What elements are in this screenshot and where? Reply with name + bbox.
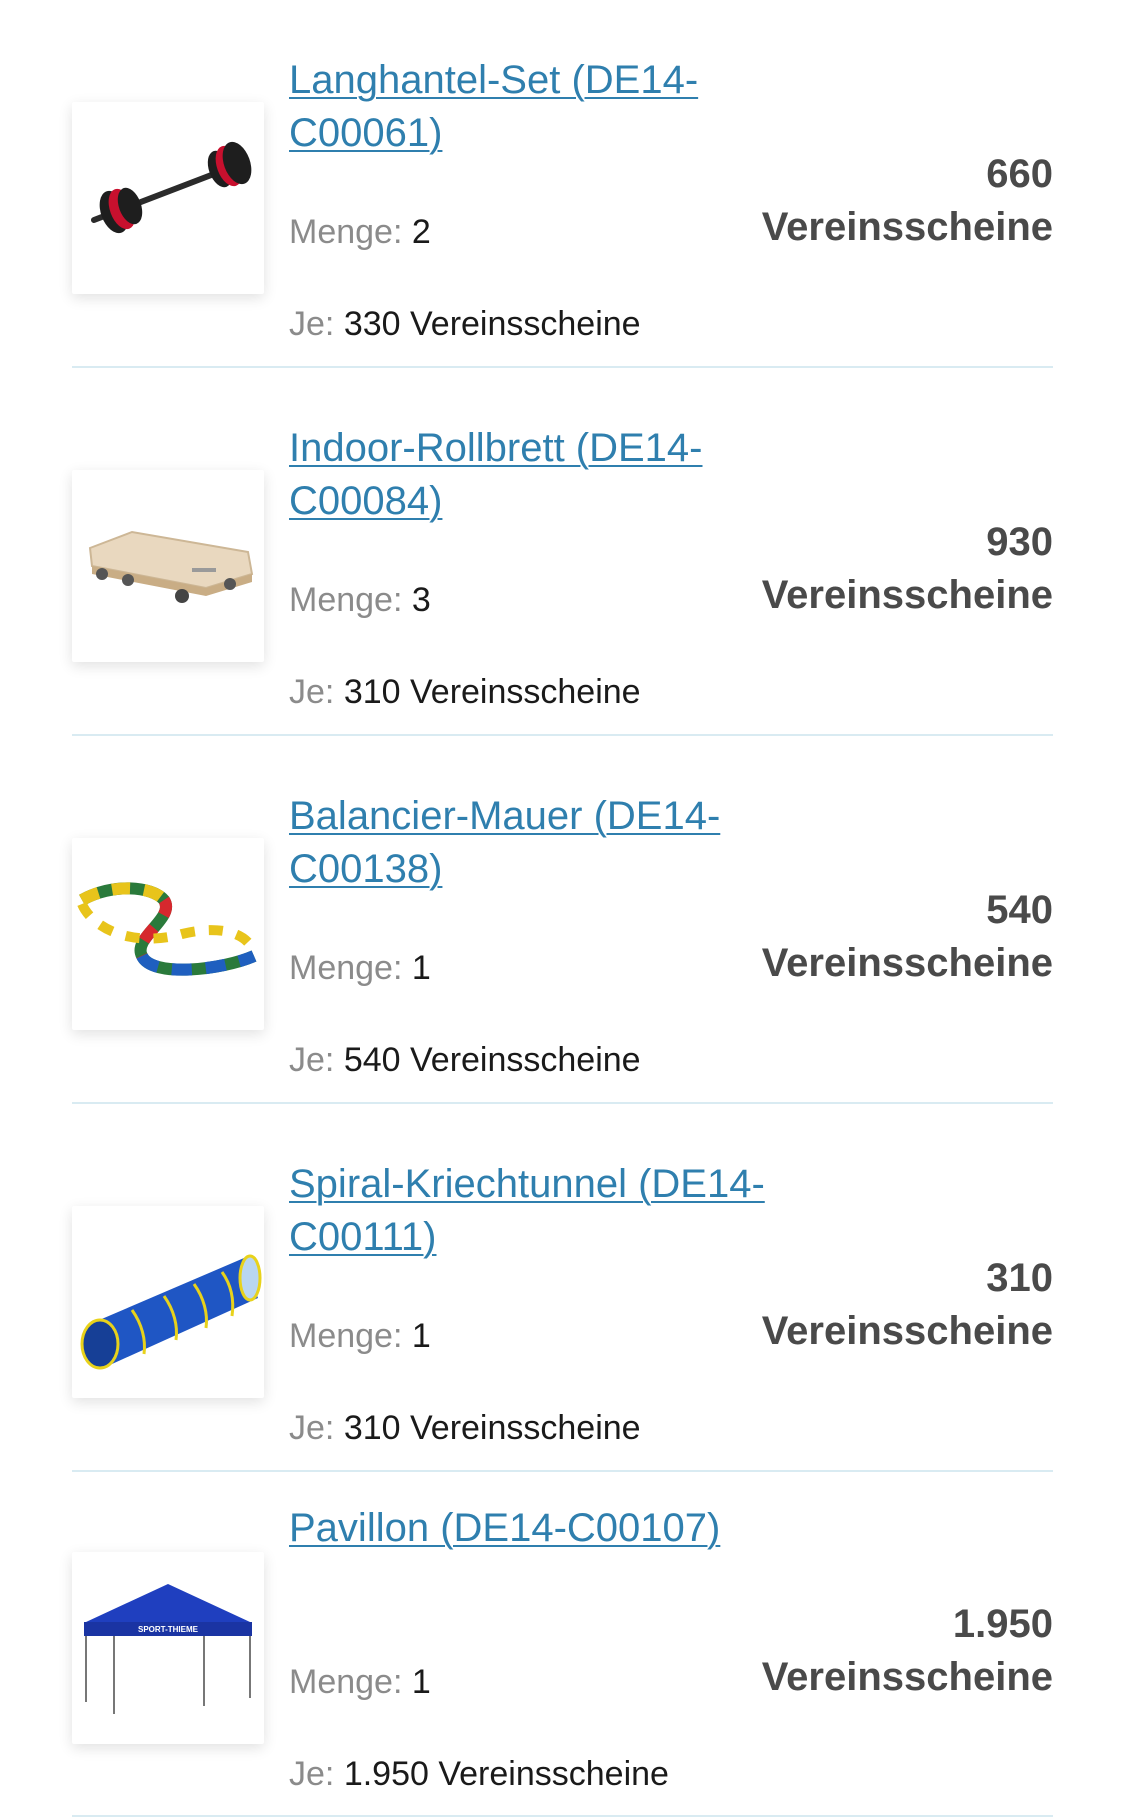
line-total-amount: 310 [986, 1256, 1053, 1300]
quantity-row: Menge: 1 [289, 1662, 431, 1702]
unit-price-value: 310 Vereinsscheine [343, 1409, 641, 1447]
quantity-row: Menge: 1 [289, 1316, 431, 1356]
unit-price-label: Je: [289, 305, 335, 343]
line-total-amount: 660 [986, 152, 1053, 196]
cart-item-list: Langhantel-Set (DE14-C00061) Menge: 2 Je… [72, 0, 1053, 1817]
unit-price-label: Je: [289, 1409, 335, 1447]
unit-price-row: Je: 330 Vereinsscheine [289, 304, 641, 344]
line-total: 310 Vereinsscheine [762, 1252, 1053, 1358]
unit-price-row: Je: 310 Vereinsscheine [289, 1408, 641, 1448]
balance-wall-image [77, 882, 259, 976]
product-image-pavilion[interactable]: SPORT-THIEME [72, 1552, 264, 1744]
product-image-crawl-tunnel[interactable] [72, 1206, 264, 1398]
line-total: 1.950 Vereinsscheine [762, 1598, 1053, 1704]
line-total-amount: 1.950 [952, 1602, 1053, 1646]
unit-price-row: Je: 540 Vereinsscheine [289, 1040, 641, 1080]
quantity-value: 1 [411, 1663, 431, 1701]
unit-price-value: 540 Vereinsscheine [343, 1041, 641, 1079]
unit-price-row: Je: 1.950 Vereinsscheine [289, 1754, 669, 1794]
line-total-unit: Vereinsscheine [761, 1309, 1053, 1353]
quantity-value: 1 [411, 949, 431, 987]
line-total-unit: Vereinsscheine [761, 573, 1053, 617]
quantity-value: 1 [411, 1317, 431, 1355]
quantity-label: Menge: [289, 213, 403, 251]
line-total-amount: 540 [986, 888, 1053, 932]
line-total-unit: Vereinsscheine [761, 205, 1053, 249]
quantity-label: Menge: [289, 1317, 403, 1355]
cart-item: Indoor-Rollbrett (DE14-C00084) Menge: 3 … [72, 368, 1053, 736]
pavilion-print-text: SPORT-THIEME [138, 1625, 199, 1634]
quantity-row: Menge: 2 [289, 212, 431, 252]
cart-item: Spiral-Kriechtunnel (DE14-C00111) Menge:… [72, 1104, 1053, 1472]
quantity-label: Menge: [289, 949, 403, 987]
product-title-link[interactable]: Pavillon (DE14-C00107) [289, 1502, 789, 1555]
product-title-link[interactable]: Balancier-Mauer (DE14-C00138) [289, 790, 789, 896]
product-title-link[interactable]: Langhantel-Set (DE14-C00061) [289, 54, 789, 160]
unit-price-row: Je: 310 Vereinsscheine [289, 672, 641, 712]
product-image-balance-wall[interactable] [72, 838, 264, 1030]
unit-price-value: 330 Vereinsscheine [343, 305, 641, 343]
cart-item: SPORT-THIEME Pavillon (DE14-C00107) Meng… [72, 1472, 1053, 1817]
quantity-row: Menge: 1 [289, 948, 431, 988]
line-total-amount: 930 [986, 520, 1053, 564]
product-image-roller-board[interactable] [72, 470, 264, 662]
unit-price-value: 310 Vereinsscheine [343, 673, 641, 711]
product-title-link[interactable]: Spiral-Kriechtunnel (DE14-C00111) [289, 1158, 789, 1264]
cart-item: Langhantel-Set (DE14-C00061) Menge: 2 Je… [72, 0, 1053, 368]
roller-board-image [88, 530, 254, 603]
line-total: 660 Vereinsscheine [762, 148, 1053, 254]
unit-price-label: Je: [289, 673, 335, 711]
barbell-set-image [91, 141, 252, 234]
unit-price-label: Je: [289, 1755, 335, 1793]
quantity-label: Menge: [289, 581, 403, 619]
line-total-unit: Vereinsscheine [761, 1655, 1053, 1699]
quantity-label: Menge: [289, 1663, 403, 1701]
unit-price-value: 1.950 Vereinsscheine [343, 1755, 669, 1793]
unit-price-label: Je: [289, 1041, 335, 1079]
quantity-value: 3 [411, 581, 431, 619]
line-total: 930 Vereinsscheine [762, 516, 1053, 622]
pavilion-image: SPORT-THIEME [84, 1584, 252, 1714]
line-total: 540 Vereinsscheine [762, 884, 1053, 990]
product-image-barbell[interactable] [72, 102, 264, 294]
product-title-link[interactable]: Indoor-Rollbrett (DE14-C00084) [289, 422, 789, 528]
line-total-unit: Vereinsscheine [761, 941, 1053, 985]
cart-item: Balancier-Mauer (DE14-C00138) Menge: 1 J… [72, 736, 1053, 1104]
crawl-tunnel-image [80, 1254, 262, 1370]
quantity-value: 2 [411, 213, 431, 251]
quantity-row: Menge: 3 [289, 580, 431, 620]
